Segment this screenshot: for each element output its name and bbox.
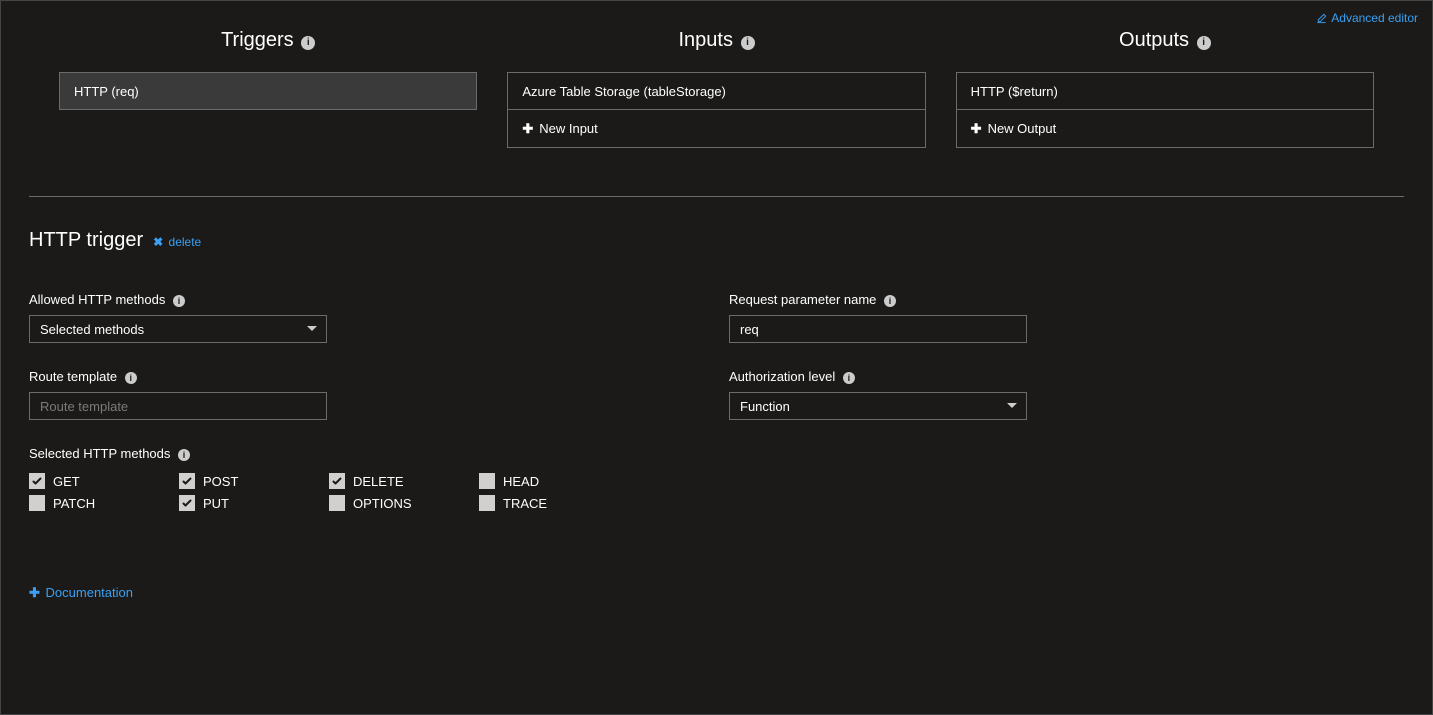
allowed-methods-label: Allowed HTTP methods <box>29 292 165 307</box>
edit-icon <box>1316 13 1327 24</box>
method-label: TRACE <box>503 496 547 511</box>
checkbox[interactable] <box>179 473 195 489</box>
checkbox[interactable] <box>479 473 495 489</box>
delete-trigger-link[interactable]: ✖ delete <box>153 235 201 249</box>
input-item[interactable]: Azure Table Storage (tableStorage) <box>507 72 925 110</box>
allowed-methods-select[interactable]: Selected methods <box>29 315 327 343</box>
method-put[interactable]: PUT <box>179 493 329 513</box>
inputs-column: Inputs i Azure Table Storage (tableStora… <box>507 29 925 148</box>
auth-level-select[interactable]: Function <box>729 392 1027 420</box>
request-param-label: Request parameter name <box>729 292 876 307</box>
outputs-header: Outputs i <box>956 29 1374 52</box>
checkbox[interactable] <box>479 495 495 511</box>
info-icon[interactable]: i <box>125 372 137 384</box>
documentation-label: Documentation <box>46 585 133 600</box>
info-icon[interactable]: i <box>301 36 315 50</box>
request-param-input[interactable] <box>729 315 1027 343</box>
method-head[interactable]: HEAD <box>479 471 629 491</box>
auth-level-label: Authorization level <box>729 369 835 384</box>
auth-level-field: Authorization level i Function <box>729 369 1404 420</box>
method-label: HEAD <box>503 474 539 489</box>
checkbox[interactable] <box>329 495 345 511</box>
info-icon[interactable]: i <box>173 295 185 307</box>
triggers-column: Triggers i HTTP (req) <box>59 29 477 148</box>
triggers-header: Triggers i <box>59 29 477 52</box>
delete-label: delete <box>169 235 202 249</box>
advanced-editor-link[interactable]: Advanced editor <box>1316 11 1418 25</box>
info-icon[interactable]: i <box>1197 36 1211 50</box>
add-input-button[interactable]: ✚ New Input <box>507 110 925 148</box>
checkbox[interactable] <box>29 495 45 511</box>
route-template-label: Route template <box>29 369 117 384</box>
checkbox[interactable] <box>179 495 195 511</box>
trigger-item[interactable]: HTTP (req) <box>59 72 477 110</box>
detail-title: HTTP trigger <box>29 229 143 252</box>
method-get[interactable]: GET <box>29 471 179 491</box>
output-item[interactable]: HTTP ($return) <box>956 72 1374 110</box>
input-item-label: Azure Table Storage (tableStorage) <box>522 84 726 99</box>
method-label: GET <box>53 474 80 489</box>
method-label: PATCH <box>53 496 95 511</box>
method-label: POST <box>203 474 238 489</box>
inputs-header: Inputs i <box>507 29 925 52</box>
checkbox[interactable] <box>329 473 345 489</box>
method-trace[interactable]: TRACE <box>479 493 629 513</box>
selected-methods-field: Selected HTTP methods i GET PATCH POST PUT D… <box>29 446 1404 515</box>
method-patch[interactable]: PATCH <box>29 493 179 513</box>
outputs-title: Outputs <box>1119 29 1189 51</box>
method-label: OPTIONS <box>353 496 412 511</box>
selected-methods-label: Selected HTTP methods <box>29 446 170 461</box>
trigger-item-label: HTTP (req) <box>74 84 139 99</box>
documentation-link[interactable]: ✚ Documentation <box>29 585 133 601</box>
method-options[interactable]: OPTIONS <box>329 493 479 513</box>
output-item-label: HTTP ($return) <box>971 84 1058 99</box>
trigger-detail: HTTP trigger ✖ delete Allowed HTTP metho… <box>1 197 1432 601</box>
route-template-field: Route template i <box>29 369 729 420</box>
advanced-editor-label: Advanced editor <box>1331 11 1418 25</box>
plus-icon: ✚ <box>971 121 982 137</box>
method-label: PUT <box>203 496 229 511</box>
inputs-title: Inputs <box>678 29 732 51</box>
info-icon[interactable]: i <box>741 36 755 50</box>
add-output-button[interactable]: ✚ New Output <box>956 110 1374 148</box>
triggers-title: Triggers <box>221 29 294 51</box>
method-delete[interactable]: DELETE <box>329 471 479 491</box>
info-icon[interactable]: i <box>178 449 190 461</box>
info-icon[interactable]: i <box>884 295 896 307</box>
route-template-input[interactable] <box>29 392 327 420</box>
add-output-label: New Output <box>988 121 1057 136</box>
add-input-label: New Input <box>539 121 598 136</box>
plus-icon: ✚ <box>522 121 533 137</box>
plus-icon: ✚ <box>29 585 40 600</box>
allowed-methods-field: Allowed HTTP methods i Selected methods <box>29 292 729 343</box>
close-icon: ✖ <box>153 235 163 249</box>
checkbox[interactable] <box>29 473 45 489</box>
info-icon[interactable]: i <box>843 372 855 384</box>
request-param-field: Request parameter name i <box>729 292 1404 343</box>
outputs-column: Outputs i HTTP ($return) ✚ New Output <box>956 29 1374 148</box>
method-label: DELETE <box>353 474 404 489</box>
method-post[interactable]: POST <box>179 471 329 491</box>
